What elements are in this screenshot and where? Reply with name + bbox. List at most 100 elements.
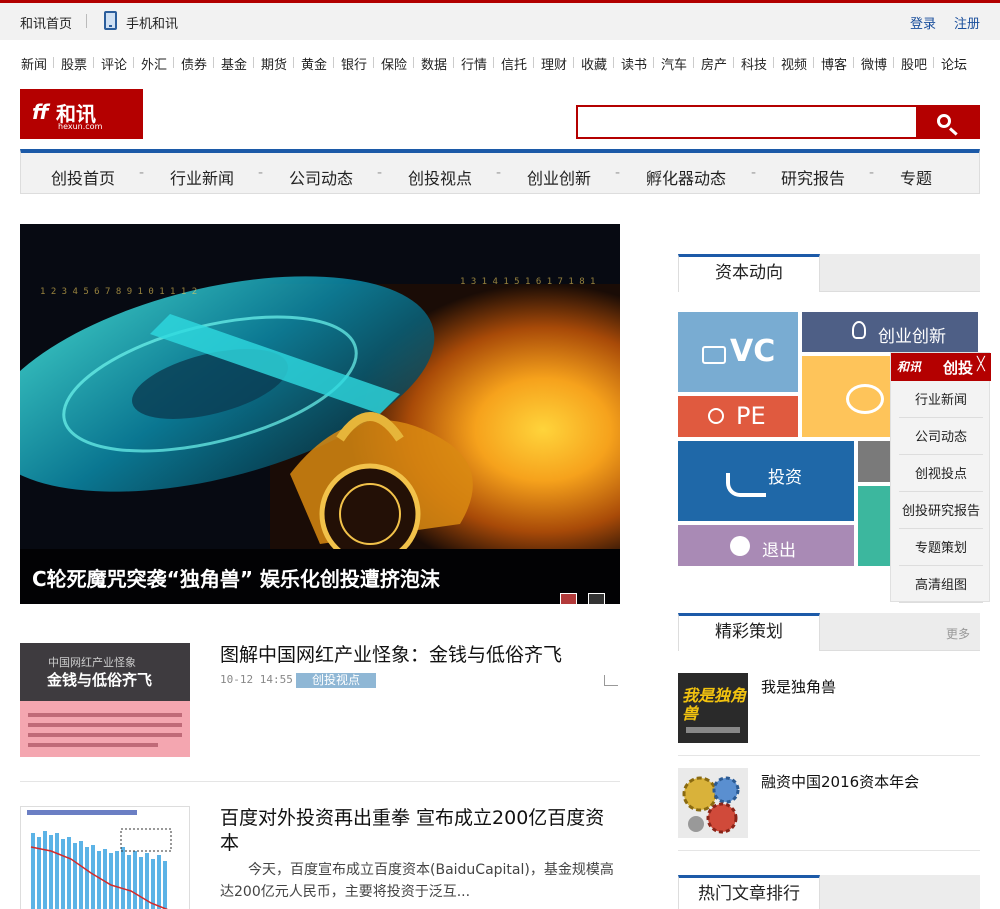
channel-link[interactable]: 信托 bbox=[493, 54, 534, 73]
float-panel-item[interactable]: 创投研究报告 bbox=[891, 500, 991, 519]
special-thumbnail[interactable]: 我是独角兽 bbox=[678, 673, 748, 743]
channel-link[interactable]: 行情 bbox=[453, 54, 494, 73]
hexun-logo[interactable]: ff 和讯 hexun.com bbox=[20, 89, 143, 139]
main-nav-item[interactable]: 创业创新 bbox=[527, 165, 591, 189]
special-title[interactable]: 融资中国2016资本年会 bbox=[761, 771, 919, 792]
close-icon[interactable]: ╳ bbox=[977, 357, 985, 372]
channel-link[interactable]: 股吧 bbox=[893, 54, 934, 73]
channel-link[interactable]: 读书 bbox=[613, 54, 654, 73]
channel-nav: 新闻 股票 评论 外汇 债券 基金 期货 黄金 银行 保险 数据 行情 信托 理财 收藏 读书 汽车 房产 科技 视频… bbox=[14, 54, 994, 73]
float-panel-logo: 和讯 bbox=[897, 360, 922, 374]
tile-gray[interactable] bbox=[858, 441, 890, 482]
channel-link[interactable]: 期货 bbox=[253, 54, 294, 73]
article-title[interactable]: 图解中国网红产业怪象：金钱与低俗齐飞 bbox=[220, 643, 620, 668]
capital-trends-tabbar: 资本动向 bbox=[678, 254, 980, 292]
float-panel-item[interactable]: 高清组图 bbox=[891, 574, 991, 593]
slide-dot[interactable] bbox=[588, 593, 605, 604]
main-nav-item[interactable]: 创投首页 bbox=[51, 165, 115, 189]
search-button[interactable] bbox=[916, 105, 980, 139]
tile-innovation-label: 创业创新 bbox=[878, 327, 946, 347]
float-panel-item[interactable]: 创视投点 bbox=[891, 463, 991, 482]
article-thumbnail[interactable]: 中国网红产业怪象 金钱与低俗齐飞 bbox=[20, 643, 190, 757]
float-panel-divider bbox=[899, 602, 983, 603]
article-title[interactable]: 百度对外投资再出重拳 宣布成立200亿百度资本 bbox=[220, 806, 620, 856]
special-title[interactable]: 我是独角兽 bbox=[761, 676, 836, 697]
channel-link[interactable]: 股票 bbox=[53, 54, 94, 73]
main-nav: 创投首页 行业新闻 公司动态 创投视点 创业创新 孵化器动态 研究报告 专题 - - - - - - - bbox=[20, 149, 980, 194]
main-nav-item[interactable]: 专题 bbox=[900, 165, 932, 189]
mobile-phone-icon bbox=[104, 11, 117, 30]
channel-link[interactable]: 视频 bbox=[773, 54, 814, 73]
main-nav-item[interactable]: 创投视点 bbox=[408, 165, 472, 189]
thumb-line1: 中国网红产业怪象 bbox=[48, 656, 136, 669]
search-input[interactable] bbox=[576, 105, 918, 139]
channel-link[interactable]: 外汇 bbox=[133, 54, 174, 73]
main-nav-separator: - bbox=[496, 165, 502, 181]
main-nav-item[interactable]: 行业新闻 bbox=[170, 165, 234, 189]
main-nav-separator: - bbox=[139, 165, 145, 181]
search-icon-handle bbox=[948, 127, 958, 136]
special-thumbnail[interactable] bbox=[678, 768, 748, 838]
mobile-hexun-link[interactable]: 手机和讯 bbox=[126, 13, 178, 32]
channel-link[interactable]: 汽车 bbox=[653, 54, 694, 73]
hexun-home-link[interactable]: 和讯首页 bbox=[20, 13, 72, 32]
main-nav-item[interactable]: 研究报告 bbox=[781, 165, 845, 189]
article-tag[interactable]: 创投视点 bbox=[296, 673, 376, 688]
tile-invest[interactable]: 投资 bbox=[678, 441, 854, 521]
channel-link[interactable]: 理财 bbox=[533, 54, 574, 73]
float-panel-divider bbox=[899, 565, 983, 566]
thumb-line2: 金钱与低俗齐飞 bbox=[47, 671, 153, 689]
main-nav-item[interactable]: 公司动态 bbox=[289, 165, 353, 189]
float-panel-item[interactable]: 专题策划 bbox=[891, 537, 991, 556]
tab-capital-trends[interactable]: 资本动向 bbox=[678, 254, 820, 292]
tile-pe[interactable]: PE bbox=[678, 396, 798, 437]
channel-link[interactable]: 黄金 bbox=[293, 54, 334, 73]
tile-pe-label: PE bbox=[736, 402, 766, 430]
channel-link[interactable]: 房产 bbox=[693, 54, 734, 73]
coin-icon bbox=[708, 408, 724, 424]
slide-dot-active[interactable] bbox=[560, 593, 577, 604]
main-nav-separator: - bbox=[869, 165, 875, 181]
tile-people[interactable] bbox=[802, 356, 890, 437]
float-panel-item[interactable]: 公司动态 bbox=[891, 426, 991, 445]
top-bar-divider bbox=[86, 14, 87, 28]
more-link[interactable]: 更多 bbox=[946, 625, 970, 642]
float-panel-header: 和讯 创投 ╳ bbox=[891, 353, 991, 381]
tile-exit-label: 退出 bbox=[762, 541, 796, 561]
hero-slideshow[interactable]: 1 2 3 4 5 6 7 8 9 1 0 1 1 1 2 1 3 1 4 1 … bbox=[20, 224, 620, 604]
channel-link[interactable]: 债券 bbox=[173, 54, 214, 73]
trend-up-icon bbox=[730, 536, 750, 556]
channel-link[interactable]: 论坛 bbox=[933, 54, 974, 73]
hot-articles-tabbar: 热门文章排行 bbox=[678, 875, 980, 909]
tile-exit[interactable]: 退出 bbox=[678, 525, 854, 566]
float-panel-divider bbox=[899, 491, 983, 492]
thumb-text-line bbox=[28, 713, 182, 717]
float-panel-item[interactable]: 行业新闻 bbox=[891, 389, 991, 408]
channel-link[interactable]: 评论 bbox=[93, 54, 134, 73]
float-panel-divider bbox=[899, 528, 983, 529]
channel-link[interactable]: 数据 bbox=[413, 54, 454, 73]
login-link[interactable]: 登录 bbox=[910, 13, 936, 32]
channel-link[interactable]: 科技 bbox=[733, 54, 774, 73]
thumb-subtitle-bar bbox=[686, 727, 740, 733]
channel-link[interactable]: 基金 bbox=[213, 54, 254, 73]
register-link[interactable]: 注册 bbox=[954, 13, 980, 32]
tile-innovation[interactable]: 创业创新 bbox=[802, 312, 978, 352]
tab-hot-articles[interactable]: 热门文章排行 bbox=[678, 875, 820, 909]
channel-link[interactable]: 微博 bbox=[853, 54, 894, 73]
main-nav-item[interactable]: 孵化器动态 bbox=[646, 165, 726, 189]
channel-link[interactable]: 新闻 bbox=[14, 54, 54, 73]
channel-link[interactable]: 保险 bbox=[373, 54, 414, 73]
channel-link[interactable]: 收藏 bbox=[573, 54, 614, 73]
article-thumbnail[interactable] bbox=[20, 806, 190, 909]
hero-caption[interactable]: C轮死魔咒突袭“独角兽” 娱乐化创投遭挤泡沫 bbox=[32, 563, 440, 592]
tab-specials[interactable]: 精彩策划 bbox=[678, 613, 820, 651]
share-icon[interactable] bbox=[604, 675, 618, 686]
article-summary: 今天，百度宣布成立百度资本(BaiduCapital)，基金规模高达200亿元人… bbox=[220, 862, 614, 900]
float-panel-divider bbox=[899, 417, 983, 418]
tile-vc[interactable]: VC bbox=[678, 312, 798, 392]
float-panel-title: 创投 bbox=[943, 359, 974, 377]
channel-link[interactable]: 银行 bbox=[333, 54, 374, 73]
tile-teal[interactable] bbox=[858, 486, 890, 566]
channel-link[interactable]: 博客 bbox=[813, 54, 854, 73]
